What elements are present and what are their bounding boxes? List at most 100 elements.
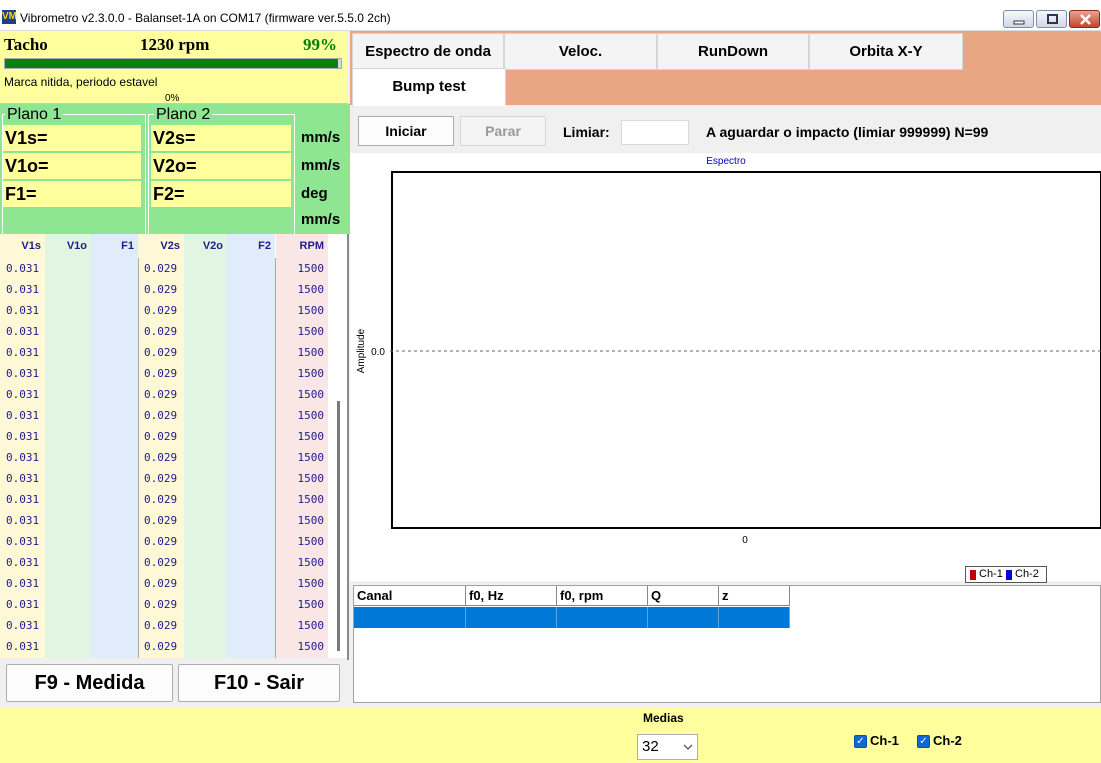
results-selected-cell[interactable] (557, 607, 648, 628)
table-cell: 0.029 (144, 640, 178, 653)
v2o-field: V2o= (151, 153, 291, 179)
table-cell: 1500 (297, 325, 325, 338)
table-cell: 0.029 (144, 304, 178, 317)
medias-select[interactable]: 32 (637, 734, 698, 760)
results-col-z[interactable]: z (719, 586, 790, 606)
tab-bump-test[interactable]: Bump test (352, 68, 506, 106)
start-button[interactable]: Iniciar (358, 116, 454, 146)
table-cell: 1500 (297, 577, 325, 590)
table-cell: 1500 (297, 598, 325, 611)
results-col-canal[interactable]: Canal (354, 586, 466, 606)
table-row[interactable]: 0.031 0.029 1500 (0, 594, 337, 615)
col-header-v1o[interactable]: V1o (45, 234, 91, 258)
unit-label: deg (301, 185, 328, 202)
table-cell: 0.031 (6, 304, 40, 317)
table-row[interactable]: 0.031 0.029 1500 (0, 468, 337, 489)
spectrum-plot: Espectro 0.0 0 Amplitude (356, 156, 1101, 546)
table-row[interactable]: 0.031 0.029 1500 (0, 342, 337, 363)
bottom-bar: Medias 32 ✓ Ch-1 ✓ Ch-2 (0, 707, 1101, 763)
results-selected-cell[interactable] (648, 607, 719, 628)
ch2-checkbox-label[interactable]: Ch-2 (933, 733, 962, 748)
results-col-f0-rpm[interactable]: f0, rpm (557, 586, 648, 606)
threshold-input[interactable] (621, 120, 689, 145)
app-icon: VM (2, 10, 17, 24)
table-cell: 0.031 (6, 640, 40, 653)
col-header-v1s[interactable]: V1s (0, 234, 45, 258)
table-cell: 0.029 (144, 388, 178, 401)
tab-rundown[interactable]: RunDown (657, 33, 809, 70)
medias-label: Medias (643, 711, 684, 725)
table-cell: 1500 (297, 514, 325, 527)
table-cell: 1500 (297, 346, 325, 359)
table-cell: 0.029 (144, 367, 178, 380)
table-row[interactable]: 0.031 0.029 1500 (0, 300, 337, 321)
tab-veloc[interactable]: Veloc. (504, 33, 657, 70)
table-row[interactable]: 0.031 0.029 1500 (0, 510, 337, 531)
table-cell: 0.029 (144, 325, 178, 338)
close-icon (1080, 14, 1091, 25)
table-row[interactable]: 0.031 0.029 1500 (0, 258, 337, 279)
results-table[interactable]: Canal f0, Hz f0, rpm Q z (353, 585, 1101, 703)
stop-button[interactable]: Parar (460, 116, 546, 146)
results-col-q[interactable]: Q (648, 586, 719, 606)
ch1-checkbox-label[interactable]: Ch-1 (870, 733, 899, 748)
unit-label: mm/s (301, 129, 341, 146)
table-scrollbar[interactable] (337, 401, 340, 651)
table-row[interactable]: 0.031 0.029 1500 (0, 615, 337, 636)
table-cell: 0.029 (144, 535, 178, 548)
table-row[interactable]: 0.031 0.029 1500 (0, 489, 337, 510)
table-cell: 0.029 (144, 619, 178, 632)
ch2-legend-label: Ch-2 (1015, 568, 1039, 580)
table-row[interactable]: 0.031 0.029 1500 (0, 573, 337, 594)
table-row[interactable]: 0.031 0.029 1500 (0, 426, 337, 447)
f1-field: F1= (3, 181, 141, 207)
col-header-f2[interactable]: F2 (227, 234, 275, 258)
spectrum-chart[interactable]: Espectro 0.0 0 Amplitude (350, 153, 1101, 581)
ch2-checkbox[interactable]: ✓ (917, 735, 930, 748)
col-header-f1[interactable]: F1 (91, 234, 138, 258)
title-bar: VM Vibrometro v2.3.0.0 - Balanset-1A on … (0, 0, 1101, 31)
results-selected-cell[interactable] (466, 607, 557, 628)
ch2-legend-swatch (1006, 570, 1012, 580)
col-header-rpm[interactable]: RPM (276, 234, 328, 258)
minimize-button[interactable] (1003, 10, 1034, 28)
table-row[interactable]: 0.031 0.029 1500 (0, 552, 337, 573)
table-cell: 0.031 (6, 598, 40, 611)
tacho-progress-min-label: 0% (165, 93, 180, 104)
table-cell: 1500 (297, 556, 325, 569)
table-cell: 0.031 (6, 283, 40, 296)
tacho-rpm-value: 1230 rpm (140, 35, 210, 54)
table-row[interactable]: 0.031 0.029 1500 (0, 384, 337, 405)
ch1-checkbox[interactable]: ✓ (854, 735, 867, 748)
table-row[interactable]: 0.031 0.029 1500 (0, 279, 337, 300)
exit-button[interactable]: F10 - Sair (178, 664, 340, 702)
table-row[interactable]: 0.031 0.029 1500 (0, 405, 337, 426)
col-header-v2s[interactable]: V2s (138, 234, 184, 258)
measure-button[interactable]: F9 - Medida (6, 664, 173, 702)
table-cell: 1500 (297, 493, 325, 506)
impact-status-text: A aguardar o impacto (limiar 999999) N=9… (706, 124, 989, 140)
table-row[interactable]: 0.031 0.029 1500 (0, 363, 337, 384)
table-row[interactable]: 0.031 0.029 1500 (0, 531, 337, 552)
measurement-table[interactable]: 0.031 0.029 1500 0.031 0.029 1500 0.031 0.029 15… (0, 258, 347, 658)
threshold-label: Limiar: (563, 124, 610, 140)
col-header-v2o[interactable]: V2o (184, 234, 227, 258)
close-button[interactable] (1069, 10, 1100, 28)
table-cell: 0.029 (144, 598, 178, 611)
table-row[interactable]: 0.031 0.029 1500 (0, 321, 337, 342)
table-cell: 1500 (297, 430, 325, 443)
table-cell: 0.029 (144, 577, 178, 590)
tacho-status-text: Marca nitida, periodo estavel (4, 75, 158, 89)
results-selected-cell[interactable] (354, 607, 466, 628)
tab-orbita-xy[interactable]: Orbita X-Y (809, 33, 963, 70)
table-row[interactable]: 0.031 0.029 1500 (0, 447, 337, 468)
table-cell: 0.031 (6, 388, 40, 401)
tab-espectro-de-onda[interactable]: Espectro de onda (352, 33, 504, 70)
maximize-button[interactable] (1036, 10, 1067, 28)
results-selected-cell[interactable] (719, 607, 790, 628)
table-row[interactable]: 0.031 0.029 1500 (0, 636, 337, 657)
results-col-f0-hz[interactable]: f0, Hz (466, 586, 557, 606)
table-cell: 0.029 (144, 493, 178, 506)
ch1-legend-swatch (970, 570, 976, 580)
v2s-field: V2s= (151, 125, 291, 151)
